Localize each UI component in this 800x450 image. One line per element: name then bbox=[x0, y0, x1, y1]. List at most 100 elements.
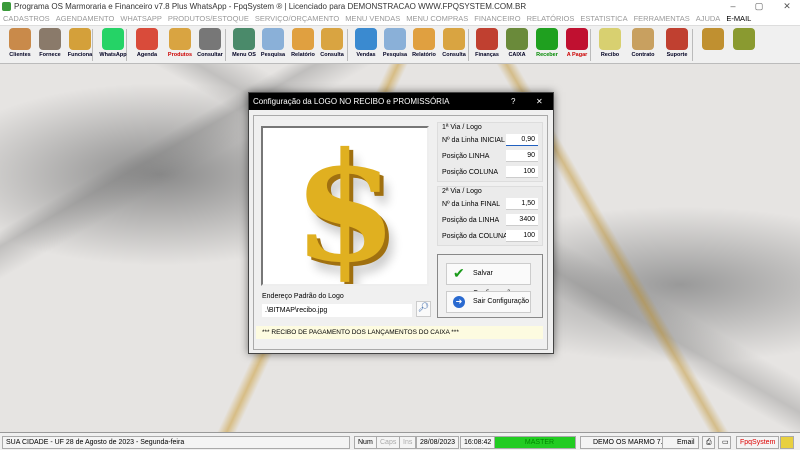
toolbar-label: Funciona bbox=[67, 52, 93, 58]
menu-whatsapp[interactable]: WHATSAPP bbox=[117, 13, 165, 25]
printer-icon[interactable]: ⎙ bbox=[702, 436, 715, 449]
arrow-right-icon: ➜ bbox=[453, 296, 465, 308]
menu-financeiro[interactable]: FINANCEIRO bbox=[471, 13, 523, 25]
menu-cadastros[interactable]: CADASTROS bbox=[0, 13, 53, 25]
menu-e-mail[interactable]: E-MAIL bbox=[723, 13, 754, 25]
toolbar-button-coins[interactable] bbox=[698, 27, 728, 63]
toolbar-button-relato-rio[interactable]: Relatório bbox=[409, 27, 439, 63]
save-config-button[interactable]: ✔ Salvar Configuração bbox=[446, 263, 531, 297]
linha-final-input[interactable]: 1,50 bbox=[506, 198, 538, 210]
via2-label-posicao-linha: Posição da LINHA bbox=[442, 217, 500, 224]
barcode-icon bbox=[199, 28, 221, 50]
menu-estatistica[interactable]: ESTATISTICA bbox=[577, 13, 630, 25]
via1-posicao-coluna-input[interactable]: 100 bbox=[506, 166, 538, 178]
status-ins: Ins bbox=[399, 436, 417, 449]
toolbar-button-a-pagar[interactable]: A Pagar bbox=[562, 27, 592, 63]
folder-icon bbox=[321, 28, 343, 50]
toolbar-label: Menu OS bbox=[232, 52, 256, 58]
maximize-button[interactable]: ▢ bbox=[746, 0, 772, 13]
support-icon bbox=[666, 28, 688, 50]
exit-config-label: Sair Configuração bbox=[473, 298, 530, 305]
exit-icon bbox=[733, 28, 755, 50]
toolbar-button-relato-rio[interactable]: Relatório bbox=[288, 27, 318, 63]
toolbar-button-exit[interactable] bbox=[729, 27, 759, 63]
toolbar-button-funciona[interactable]: Funciona bbox=[65, 27, 95, 63]
window-title: Programa OS Marmoraria e Financeiro v7.8… bbox=[14, 2, 527, 11]
toolbar-button-caixa[interactable]: CAIXA bbox=[502, 27, 532, 63]
browse-search-button[interactable]: 🔎︎ bbox=[416, 301, 431, 317]
monitor-icon[interactable]: ▭ bbox=[718, 436, 731, 449]
user-icon bbox=[780, 436, 794, 449]
toolbar-button-whatsapp[interactable]: WhatsApp bbox=[98, 27, 128, 63]
toolbar-button-consultar[interactable]: Consultar bbox=[195, 27, 225, 63]
dialog-close-button[interactable]: ✕ bbox=[536, 93, 543, 110]
toolbar-button-receber[interactable]: Receber bbox=[532, 27, 562, 63]
toolbar-label: Vendas bbox=[356, 52, 376, 58]
toolbar-button-financ-as[interactable]: Finanças bbox=[472, 27, 502, 63]
toolbar-button-suporte[interactable]: Suporte bbox=[662, 27, 692, 63]
toolbar-button-menu-os[interactable]: Menu OS bbox=[229, 27, 259, 63]
toolbar-label: Consultar bbox=[197, 52, 223, 58]
toolbar-label: A Pagar bbox=[566, 52, 588, 58]
toolbar-button-contrato[interactable]: Contrato bbox=[628, 27, 658, 63]
menu-servi-o-or-amento[interactable]: SERVIÇO/ORÇAMENTO bbox=[252, 13, 342, 25]
dialog-title: Configuração da LOGO NO RECIBO e PROMISS… bbox=[253, 97, 450, 106]
toolbar-label: Clientes bbox=[9, 52, 31, 58]
toolbar-label: Relatório bbox=[412, 52, 436, 58]
supplier-icon bbox=[39, 28, 61, 50]
via2-title: 2ª Via / Logo bbox=[442, 188, 482, 195]
via2-posicao-coluna-input[interactable]: 100 bbox=[506, 230, 538, 242]
clipboard-icon bbox=[233, 28, 255, 50]
toolbar-button-consulta[interactable]: Consulta bbox=[439, 27, 469, 63]
finance-icon bbox=[476, 28, 498, 50]
toolbar-label: Relatório bbox=[291, 52, 315, 58]
via2-posicao-linha-input[interactable]: 3400 bbox=[506, 214, 538, 226]
toolbar-button-fornece[interactable]: Fornece bbox=[35, 27, 65, 63]
toolbar-label: Recibo bbox=[600, 52, 620, 58]
toolbar-button-pesquisa[interactable]: Pesquisa bbox=[258, 27, 288, 63]
toolbar-button-consulta[interactable]: Consulta bbox=[317, 27, 347, 63]
toolbar-button-agenda[interactable]: Agenda bbox=[132, 27, 162, 63]
logo-config-dialog: Configuração da LOGO NO RECIBO e PROMISS… bbox=[248, 92, 554, 354]
status-email[interactable]: Email bbox=[662, 436, 699, 449]
toolbar-label: CAIXA bbox=[508, 52, 526, 58]
status-date: 28/08/2023 bbox=[416, 436, 460, 449]
toolbar-label: Consulta bbox=[320, 52, 344, 58]
status-brand: FpqSystem bbox=[736, 436, 780, 449]
logo-path-input[interactable]: .\BITMAP\recibo.jpg bbox=[262, 304, 412, 317]
toolbar-button-pesquisa[interactable]: Pesquisa bbox=[380, 27, 410, 63]
logo-preview: $ bbox=[261, 126, 429, 286]
menu-relat-rios[interactable]: RELATÓRIOS bbox=[524, 13, 578, 25]
toolbar-label: Pesquisa bbox=[382, 52, 408, 58]
pay-icon bbox=[566, 28, 588, 50]
status-bar: SUA CIDADE - UF 28 de Agosto de 2023 - S… bbox=[0, 432, 800, 450]
toolbar-button-clientes[interactable]: Clientes bbox=[5, 27, 35, 63]
minimize-button[interactable]: – bbox=[720, 0, 746, 13]
title-bar: Programa OS Marmoraria e Financeiro v7.8… bbox=[0, 0, 800, 13]
cashbox-icon bbox=[506, 28, 528, 50]
via1-label-linha-inicial: Nº da Linha INICIAL bbox=[442, 137, 505, 144]
toolbar-separator bbox=[692, 29, 693, 61]
info-bar: *** RECIBO DE PAGAMENTO DOS LANÇAMENTOS … bbox=[256, 326, 543, 339]
linha-inicial-input[interactable]: 0,90 bbox=[506, 134, 538, 146]
toolbar-button-produtos[interactable]: Produtos bbox=[165, 27, 195, 63]
toolbar-button-recibo[interactable]: Recibo bbox=[595, 27, 625, 63]
toolbar-button-vendas[interactable]: Vendas bbox=[351, 27, 381, 63]
menu-menu-compras[interactable]: MENU COMPRAS bbox=[403, 13, 471, 25]
toolbar-label: Contrato bbox=[631, 52, 655, 58]
exit-config-button[interactable]: ➜ Sair Configuração bbox=[446, 291, 531, 313]
report-icon bbox=[292, 28, 314, 50]
menu-ferramentas[interactable]: FERRAMENTAS bbox=[631, 13, 693, 25]
menu-agendamento[interactable]: AGENDAMENTO bbox=[53, 13, 118, 25]
menu-ajuda[interactable]: AJUDA bbox=[693, 13, 724, 25]
menu-menu-vendas[interactable]: MENU VENDAS bbox=[342, 13, 403, 25]
report-icon bbox=[413, 28, 435, 50]
via1-group: 1ª Via / Logo Nº da Linha INICIAL 0,90 P… bbox=[437, 122, 543, 182]
via1-posicao-linha-input[interactable]: 90 bbox=[506, 150, 538, 162]
via2-label-linha-final: Nº da Linha FINAL bbox=[442, 201, 501, 208]
close-button[interactable]: ✕ bbox=[774, 0, 800, 13]
help-button[interactable]: ? bbox=[511, 93, 515, 110]
toolbar-separator bbox=[225, 29, 226, 61]
menu-produtos-estoque[interactable]: PRODUTOS/ESTOQUE bbox=[165, 13, 252, 25]
monitor-icon bbox=[355, 28, 377, 50]
